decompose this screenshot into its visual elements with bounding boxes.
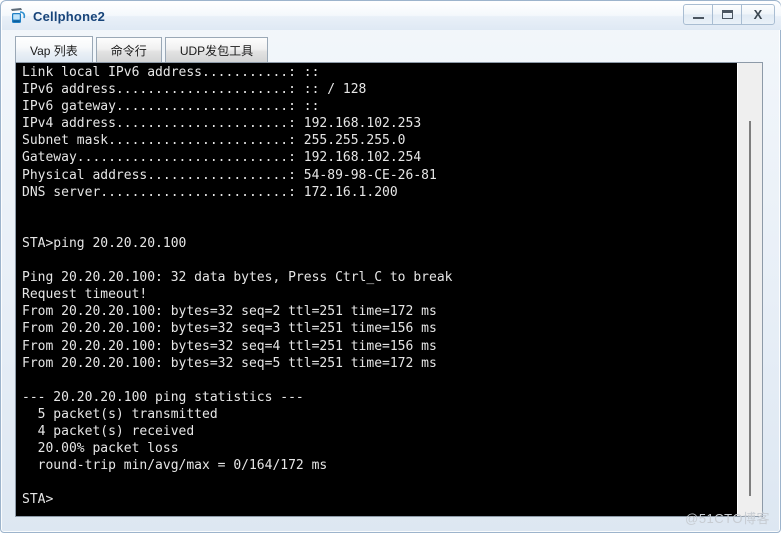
console-panel[interactable]: Link local IPv6 address...........: :: I… bbox=[15, 62, 763, 517]
tab-udp-tool[interactable]: UDP发包工具 bbox=[164, 37, 269, 63]
tab-vap-list-label: Vap 列表 bbox=[30, 43, 78, 58]
application-window: Cellphone2 X Vap 列表 命令行 UDP发包工具 Link loc… bbox=[0, 0, 781, 533]
close-button[interactable]: X bbox=[741, 4, 775, 25]
cellphone-icon bbox=[8, 6, 28, 26]
tab-strip: Vap 列表 命令行 UDP发包工具 bbox=[15, 35, 271, 63]
window-title: Cellphone2 bbox=[33, 8, 106, 24]
maximize-button[interactable] bbox=[712, 4, 742, 25]
maximize-icon bbox=[721, 10, 733, 19]
minimize-icon bbox=[692, 17, 704, 19]
tab-command-line-label: 命令行 bbox=[110, 44, 147, 58]
close-icon: X bbox=[753, 7, 763, 22]
tab-command-line[interactable]: 命令行 bbox=[95, 37, 162, 63]
minimize-button[interactable] bbox=[683, 4, 713, 25]
window-controls: X bbox=[683, 4, 775, 25]
title-bar: Cellphone2 X bbox=[2, 2, 781, 30]
console-scrollbar-thumb[interactable] bbox=[749, 121, 751, 496]
console-scrollbar[interactable] bbox=[737, 63, 762, 516]
tab-vap-list[interactable]: Vap 列表 bbox=[15, 36, 93, 63]
tab-udp-tool-label: UDP发包工具 bbox=[179, 44, 254, 58]
console-output: Link local IPv6 address...........: :: I… bbox=[22, 65, 453, 508]
